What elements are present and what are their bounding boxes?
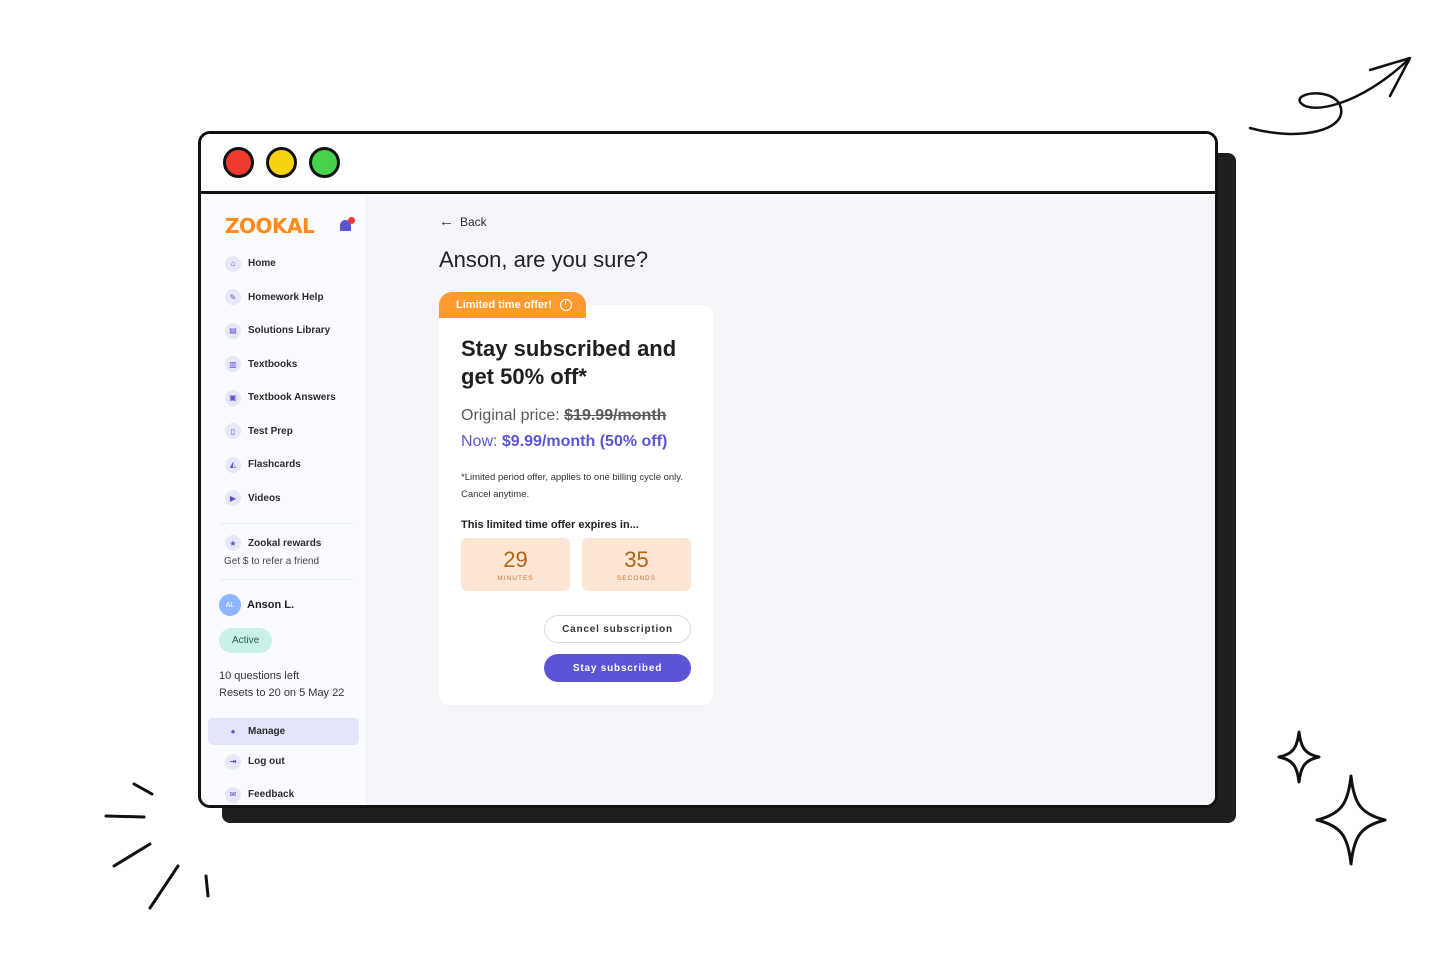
seconds-label: SECONDS <box>616 575 657 582</box>
sidebar-divider <box>219 523 354 524</box>
clipboard-icon: ▯ <box>225 423 241 440</box>
app: ZOOKAL ⌂ Home ✎ Homework Help ▤ Solution… <box>201 197 1215 805</box>
page-title: Anson, are you sure? <box>439 247 649 272</box>
status-badge: Active <box>219 628 273 653</box>
feedback-icon: ✉ <box>225 786 241 803</box>
minimize-window-button[interactable] <box>266 147 297 178</box>
fine-print: *Limited period offer, applies to one bi… <box>461 472 683 500</box>
discount-price-label: Now: <box>461 433 498 450</box>
original-price-label: Original price: <box>461 407 560 424</box>
sidebar-item-textbook-answers[interactable]: ▣ Textbook Answers <box>201 381 366 415</box>
limited-offer-tab: Limited time offer! <box>439 292 586 318</box>
sidebar-item-test-prep[interactable]: ▯ Test Prep <box>201 415 366 449</box>
home-icon: ⌂ <box>225 255 241 272</box>
feedback-button[interactable]: ✉ Feedback <box>201 778 366 805</box>
seconds-value: 35 <box>624 547 649 572</box>
sidebar-item-home[interactable]: ⌂ Home <box>201 247 366 281</box>
sidebar-item-label: Solutions Library <box>248 325 331 337</box>
sidebar-item-videos[interactable]: ▶ Videos <box>201 482 366 516</box>
discount-price-row: Now: $9.99/month (50% off) <box>461 433 691 451</box>
browser-window: ZOOKAL ⌂ Home ✎ Homework Help ▤ Solution… <box>198 131 1218 808</box>
expires-label: This limited time offer expires in... <box>461 519 639 531</box>
rewards-title: Zookal rewards <box>248 537 322 549</box>
manage-label: Manage <box>248 726 286 737</box>
sidebar-header: ZOOKAL <box>201 197 366 241</box>
logout-icon: ⇥ <box>225 753 241 770</box>
rewards-subtitle: Get $ to refer a friend <box>224 556 320 567</box>
logout-label: Log out <box>248 756 285 767</box>
logout-button[interactable]: ⇥ Log out <box>201 745 366 778</box>
answers-icon: ▣ <box>225 389 241 406</box>
original-price-value: $19.99/month <box>564 407 667 424</box>
cancel-subscription-button[interactable]: Cancel subscription <box>544 615 691 643</box>
minutes-label: MINUTES <box>497 575 534 582</box>
sparkle-large-icon <box>1315 774 1387 866</box>
discount-price-value: $9.99/month (50% off) <box>501 433 668 450</box>
main-content: ← Back Anson, are you sure? Limited time… <box>367 197 1215 805</box>
sidebar-item-textbooks[interactable]: ▥ Textbooks <box>201 348 366 382</box>
window-titlebar <box>201 134 1215 194</box>
user-row: AL Anson L. <box>219 592 366 618</box>
user-name: Anson L. <box>247 599 295 611</box>
offer-title: Stay subscribed and get 50% off* <box>461 336 677 389</box>
sidebar-divider <box>219 579 354 580</box>
notification-bell-icon[interactable] <box>338 217 355 234</box>
notification-dot <box>348 217 355 224</box>
seconds-box: 35 SECONDS <box>582 538 691 591</box>
stopwatch-icon <box>559 299 572 311</box>
sidebar-item-flashcards[interactable]: ◭ Flashcards <box>201 448 366 482</box>
arrow-left-icon: ← <box>439 213 454 230</box>
rewards-icon: ★ <box>225 535 241 551</box>
questions-left: 10 questions left <box>219 670 300 682</box>
video-icon: ▶ <box>225 490 241 507</box>
sidebar-item-label: Home <box>248 258 276 270</box>
minutes-box: 29 MINUTES <box>461 538 570 591</box>
manage-button[interactable]: ● Manage <box>208 718 359 745</box>
user-section: AL Anson L. Active 10 questions left Res… <box>201 588 366 702</box>
questions-info: 10 questions left Resets to 20 on 5 May … <box>219 668 366 702</box>
rewards-section[interactable]: ★ Zookal rewards Get $ to refer a friend <box>201 532 366 567</box>
sidebar-item-label: Test Prep <box>248 425 293 437</box>
sidebar-item-solutions-library[interactable]: ▤ Solutions Library <box>201 314 366 348</box>
sidebar-nav: ⌂ Home ✎ Homework Help ▤ Solutions Libra… <box>201 241 366 515</box>
limited-offer-label: Limited time offer! <box>456 299 552 311</box>
countdown-timer: 29 MINUTES 35 SECONDS <box>461 538 691 591</box>
stage: ZOOKAL ⌂ Home ✎ Homework Help ▤ Solution… <box>0 0 1440 960</box>
back-label: Back <box>460 214 487 229</box>
zookal-logo[interactable]: ZOOKAL <box>225 214 315 238</box>
stay-subscribed-button[interactable]: Stay subscribed <box>544 654 691 682</box>
books-icon: ▥ <box>225 356 241 373</box>
minutes-value: 29 <box>503 547 528 572</box>
sidebar-item-label: Homework Help <box>248 291 324 303</box>
sidebar: ZOOKAL ⌂ Home ✎ Homework Help ▤ Solution… <box>201 197 367 805</box>
back-link[interactable]: ← Back <box>439 213 487 230</box>
pencil-icon: ✎ <box>225 289 241 306</box>
avatar: AL <box>219 594 241 616</box>
original-price-row: Original price: $19.99/month <box>461 407 691 425</box>
close-window-button[interactable] <box>223 147 254 178</box>
squiggle-arrow-doodle <box>1248 56 1412 136</box>
flashcards-icon: ◭ <box>225 456 241 473</box>
rewards-title-row: ★ Zookal rewards <box>225 534 366 552</box>
feedback-label: Feedback <box>248 789 295 800</box>
user-circle-icon: ● <box>230 727 236 736</box>
sidebar-item-label: Textbook Answers <box>248 392 336 404</box>
sidebar-item-homework-help[interactable]: ✎ Homework Help <box>201 281 366 315</box>
library-icon: ▤ <box>225 322 241 339</box>
sidebar-item-label: Flashcards <box>248 459 301 471</box>
offer-card: Stay subscribed and get 50% off* Origina… <box>439 305 713 705</box>
questions-reset: Resets to 20 on 5 May 22 <box>219 687 345 699</box>
maximize-window-button[interactable] <box>309 147 340 178</box>
sidebar-item-label: Videos <box>248 492 281 504</box>
sidebar-item-label: Textbooks <box>248 358 298 370</box>
